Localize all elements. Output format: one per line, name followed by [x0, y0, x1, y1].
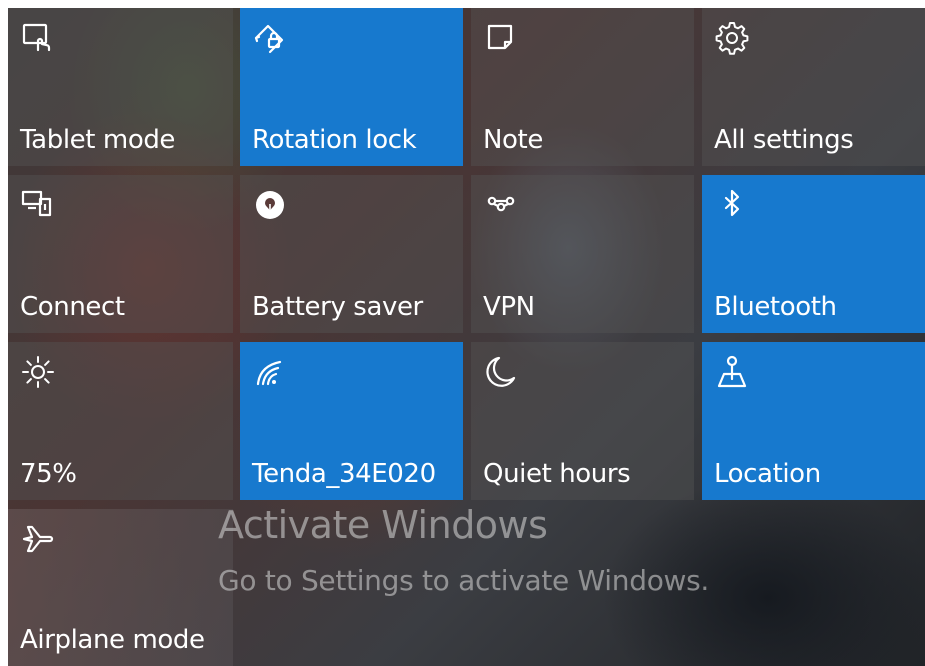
note-icon	[483, 20, 519, 56]
brightness-tile[interactable]: 75%	[8, 342, 233, 500]
bluetooth-icon	[714, 187, 750, 223]
connect-icon	[20, 187, 56, 223]
connect-label: Connect	[20, 292, 125, 322]
location-icon	[714, 354, 750, 390]
quiet-hours-label: Quiet hours	[483, 459, 631, 489]
watermark-title: Activate Windows	[218, 503, 548, 547]
tablet-mode-icon	[20, 20, 56, 56]
wifi-icon	[252, 354, 288, 390]
quiet-hours-tile[interactable]: Quiet hours	[471, 342, 694, 500]
location-label: Location	[714, 459, 821, 489]
bluetooth-label: Bluetooth	[714, 292, 837, 322]
moon-icon	[483, 354, 519, 390]
rotation-lock-label: Rotation lock	[252, 125, 417, 155]
rotation-lock-icon	[252, 20, 288, 56]
vpn-icon	[483, 187, 519, 223]
action-center-quick-actions: Tablet mode Rotation lock Note All setti…	[8, 8, 925, 666]
battery-saver-label: Battery saver	[252, 292, 423, 322]
bluetooth-tile[interactable]: Bluetooth	[702, 175, 925, 333]
note-tile[interactable]: Note	[471, 8, 694, 166]
tablet-mode-tile[interactable]: Tablet mode	[8, 8, 233, 166]
vpn-tile[interactable]: VPN	[471, 175, 694, 333]
battery-saver-tile[interactable]: Battery saver	[240, 175, 463, 333]
tablet-mode-label: Tablet mode	[20, 125, 176, 155]
note-label: Note	[483, 125, 543, 155]
watermark-subtitle: Go to Settings to activate Windows.	[218, 564, 710, 597]
all-settings-label: All settings	[714, 125, 854, 155]
airplane-mode-tile[interactable]: Airplane mode	[8, 509, 233, 666]
gear-icon	[714, 20, 750, 56]
activate-windows-watermark: Activate Windows Go to Settings to activ…	[218, 503, 709, 597]
brightness-label: 75%	[20, 459, 77, 489]
location-tile[interactable]: Location	[702, 342, 925, 500]
vpn-label: VPN	[483, 292, 535, 322]
rotation-lock-tile[interactable]: Rotation lock	[240, 8, 463, 166]
brightness-icon	[20, 354, 56, 390]
wifi-network-label: Tenda_34E020	[252, 459, 436, 489]
battery-saver-icon	[252, 187, 288, 223]
all-settings-tile[interactable]: All settings	[702, 8, 925, 166]
wifi-tile[interactable]: Tenda_34E020	[240, 342, 463, 500]
airplane-mode-label: Airplane mode	[20, 625, 205, 655]
connect-tile[interactable]: Connect	[8, 175, 233, 333]
airplane-icon	[20, 521, 56, 557]
